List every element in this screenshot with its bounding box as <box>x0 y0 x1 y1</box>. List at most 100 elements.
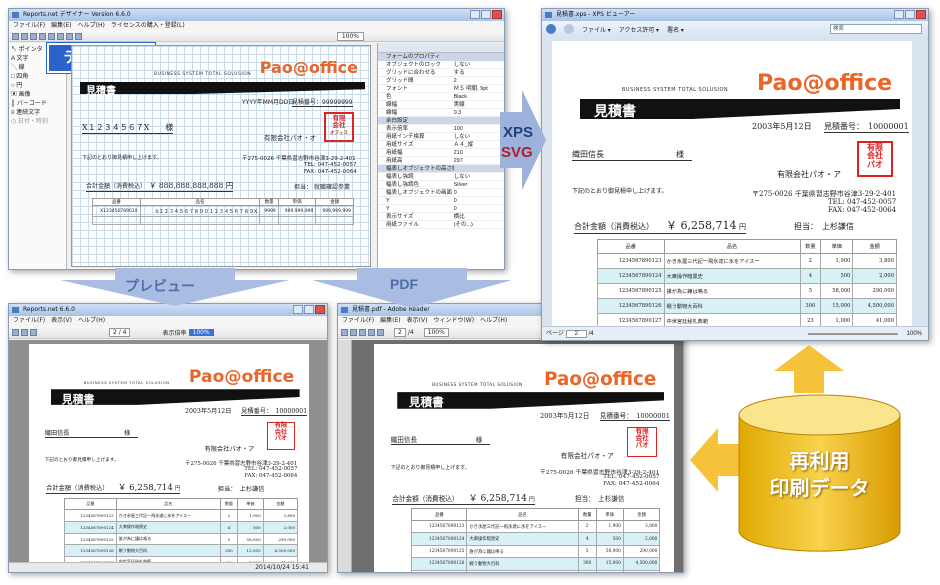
property-value[interactable]: Ａ４_縦 <box>454 141 504 148</box>
email-icon[interactable] <box>377 328 384 336</box>
cut-icon[interactable] <box>39 32 46 40</box>
property-row[interactable]: 幅表しオブジェクトの画面 0 <box>378 189 504 197</box>
property-row[interactable]: オブジェクトのロック しない <box>378 61 504 69</box>
menu-file[interactable]: ファイル(F) <box>13 316 45 326</box>
property-row[interactable]: 表示サイズ 横比 <box>378 213 504 221</box>
menu-file[interactable]: ファイル(F) <box>342 316 374 326</box>
property-row[interactable]: 表示倍率 100 <box>378 125 504 133</box>
property-row[interactable]: 用紙高 297 <box>378 157 504 165</box>
property-row[interactable]: 線幅 実線 <box>378 101 504 109</box>
property-row[interactable]: Y0 <box>378 205 504 213</box>
prev-page-icon[interactable] <box>30 328 37 336</box>
undo-icon[interactable] <box>66 32 73 40</box>
property-row[interactable]: 余白設定 <box>378 117 504 125</box>
print-icon[interactable] <box>368 328 375 336</box>
property-value[interactable]: しない <box>454 61 504 68</box>
create-icon[interactable] <box>341 328 348 336</box>
property-value[interactable]: Black <box>454 93 504 100</box>
property-row[interactable]: 用紙サイズ Ａ４_縦 <box>378 141 504 149</box>
property-row[interactable]: 幅表し強調 しない <box>378 173 504 181</box>
property-row[interactable]: 線幅 0.3 <box>378 109 504 117</box>
menu-edit[interactable]: 編集(E) <box>51 21 71 31</box>
tool-image[interactable]: ▣ 画像 <box>11 91 64 100</box>
menu-help[interactable]: ヘルプ(H) <box>480 316 507 326</box>
property-value[interactable]: しない <box>454 133 504 140</box>
page-input[interactable]: 2 <box>394 327 406 337</box>
property-value[interactable]: 297 <box>454 157 504 164</box>
property-row[interactable]: グリッドに合わせる する <box>378 69 504 77</box>
menu-permissions[interactable]: アクセス許可 ▾ <box>619 25 659 34</box>
property-value[interactable]: 210 <box>454 149 504 156</box>
save-icon[interactable] <box>30 32 37 40</box>
print-icon[interactable] <box>12 328 19 336</box>
page-input[interactable]: 2 <box>565 330 587 338</box>
property-row[interactable]: 幅表しオブジェクトの高さ編集 <box>378 165 504 173</box>
doc-person: 担当： 上杉謙信 <box>217 486 265 494</box>
property-value[interactable]: ＭＳ 明朝, 9pt <box>454 85 504 92</box>
zoom-select[interactable]: 100% <box>423 327 449 337</box>
menu-file[interactable]: ファイル ▾ <box>582 25 611 34</box>
property-value[interactable]: 実線 <box>454 101 504 108</box>
table-cell: 999,999,999 <box>315 205 354 217</box>
property-value[interactable] <box>454 117 504 124</box>
tool-ellipse[interactable]: ○ 円 <box>11 82 64 91</box>
menu-edit[interactable]: 編集(E) <box>380 316 400 326</box>
new-icon[interactable] <box>12 32 19 40</box>
forward-icon[interactable] <box>564 24 574 34</box>
zoom-slider[interactable] <box>808 333 898 335</box>
menu-signature[interactable]: 署名 ▾ <box>667 25 684 34</box>
property-value[interactable]: 100 <box>454 125 504 132</box>
open-icon[interactable] <box>350 328 357 336</box>
menu-file[interactable]: ファイル(F) <box>13 21 45 31</box>
menu-view[interactable]: 表示(V) <box>51 316 72 326</box>
close-button[interactable] <box>492 10 502 19</box>
property-row[interactable]: Y0 <box>378 197 504 205</box>
tool-barcode[interactable]: ║ バーコード <box>11 100 64 109</box>
menu-help[interactable]: ヘルプ(H) <box>78 21 105 31</box>
maximize-button[interactable] <box>481 10 491 19</box>
menu-help[interactable]: ヘルプ(H) <box>78 316 105 326</box>
page-indicator[interactable]: 2 / 4 <box>109 327 131 337</box>
property-row[interactable]: グリッド間 2 <box>378 77 504 85</box>
property-panel: フォームのプロパティ オブジェクトのロック しない グリッドに合わせる する グリッド間… <box>377 43 504 269</box>
property-value[interactable] <box>454 165 504 172</box>
property-value[interactable]: 0.3 <box>454 109 504 116</box>
property-value[interactable]: 横比 <box>454 213 504 220</box>
property-value[interactable]: (その...) <box>454 221 504 228</box>
property-value[interactable]: する <box>454 69 504 76</box>
maximize-button[interactable] <box>905 10 915 19</box>
property-row[interactable]: 用紙幅 210 <box>378 149 504 157</box>
property-value[interactable]: しない <box>454 173 504 180</box>
property-row[interactable]: 幅表し強調色 Silver <box>378 181 504 189</box>
property-value[interactable]: Silver <box>454 181 504 188</box>
search-input[interactable]: 検索 <box>830 24 922 34</box>
minimize-button[interactable] <box>470 10 480 19</box>
property-value[interactable]: 0 <box>454 197 504 204</box>
property-row[interactable]: 用紙ファイル (その...) <box>378 221 504 229</box>
minimize-button[interactable] <box>894 10 904 19</box>
property-row[interactable]: 用紙インチ換算 しない <box>378 133 504 141</box>
tool-rect[interactable]: □ 四角 <box>11 73 64 82</box>
first-page-icon[interactable] <box>21 328 28 336</box>
menu-window[interactable]: ウィンドウ(W) <box>433 316 474 326</box>
property-value[interactable]: 0 <box>454 189 504 196</box>
align-icon[interactable] <box>75 32 82 40</box>
paste-icon[interactable] <box>57 32 64 40</box>
design-canvas[interactable]: Pao@office BUSINESS SYSTEM TOTAL SOLUSIO… <box>71 45 371 267</box>
menu-view[interactable]: 表示(V) <box>407 316 428 326</box>
tool-date[interactable]: ◷ 日付・時刻 <box>11 118 64 127</box>
back-icon[interactable] <box>546 24 556 34</box>
open-icon[interactable] <box>21 32 28 40</box>
zoom-select[interactable]: 100% <box>188 328 214 336</box>
property-value[interactable]: 2 <box>454 77 504 84</box>
property-row[interactable]: フォント ＭＳ 明朝, 9pt <box>378 85 504 93</box>
minimize-button[interactable] <box>293 305 303 314</box>
property-row[interactable]: 色 Black <box>378 93 504 101</box>
tool-serial[interactable]: ≡ 連続文字 <box>11 109 64 118</box>
property-value[interactable]: 0 <box>454 205 504 212</box>
copy-icon[interactable] <box>48 32 55 40</box>
menu-license[interactable]: ライセンスの購入・登録(L) <box>111 21 185 31</box>
save-icon[interactable] <box>359 328 366 336</box>
zoom-select[interactable]: 100% <box>336 31 364 41</box>
close-button[interactable] <box>916 10 926 19</box>
